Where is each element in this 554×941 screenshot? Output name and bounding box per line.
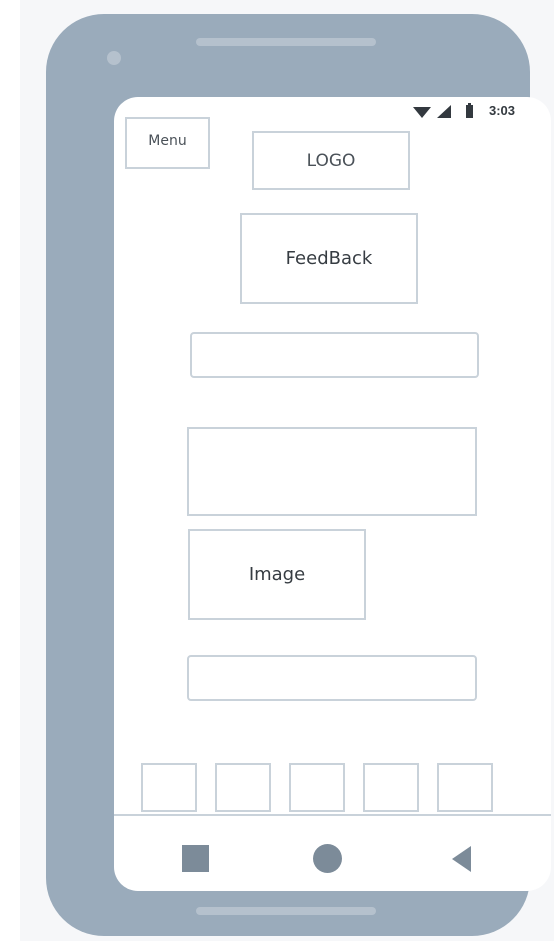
thumbnail-label bbox=[143, 765, 195, 810]
feedback-label: FeedBack bbox=[285, 248, 373, 269]
nav-bar-divider bbox=[114, 814, 551, 816]
text-input-value bbox=[192, 334, 477, 376]
thumbnail-item[interactable] bbox=[437, 763, 493, 812]
wifi-icon bbox=[413, 107, 431, 118]
home-indicator-bar bbox=[196, 907, 376, 915]
phone-frame: 3:03 Menu LOGO FeedBack Image bbox=[46, 14, 551, 936]
recent-apps-icon[interactable] bbox=[182, 845, 209, 872]
thumbnail-label bbox=[365, 765, 417, 810]
logo-placeholder: LOGO bbox=[252, 131, 410, 190]
thumbnail-item[interactable] bbox=[363, 763, 419, 812]
battery-icon bbox=[466, 103, 473, 118]
thumbnail-label bbox=[217, 765, 269, 810]
second-input-field[interactable] bbox=[187, 655, 477, 701]
home-icon[interactable] bbox=[313, 844, 342, 873]
thumbnail-label bbox=[439, 765, 491, 810]
thumbnail-item[interactable] bbox=[289, 763, 345, 812]
status-bar: 3:03 bbox=[404, 103, 544, 123]
text-input-field[interactable] bbox=[190, 332, 479, 378]
second-input-value bbox=[189, 657, 475, 699]
image-placeholder: Image bbox=[188, 529, 366, 620]
text-area-field[interactable] bbox=[187, 427, 477, 516]
feedback-button[interactable]: FeedBack bbox=[240, 213, 418, 304]
logo-label: LOGO bbox=[306, 150, 356, 171]
thumbnail-label bbox=[291, 765, 343, 810]
status-time: 3:03 bbox=[489, 103, 516, 118]
menu-button-label: Menu bbox=[148, 133, 187, 149]
phone-screen: 3:03 Menu LOGO FeedBack Image bbox=[114, 97, 551, 891]
thumbnail-item[interactable] bbox=[141, 763, 197, 812]
back-icon[interactable] bbox=[452, 846, 471, 872]
text-area-value bbox=[189, 429, 475, 514]
camera-icon bbox=[107, 51, 121, 65]
image-label: Image bbox=[248, 564, 306, 585]
signal-icon bbox=[437, 105, 451, 118]
thumbnail-item[interactable] bbox=[215, 763, 271, 812]
menu-button[interactable]: Menu bbox=[125, 117, 210, 169]
speaker-grille bbox=[196, 38, 376, 46]
